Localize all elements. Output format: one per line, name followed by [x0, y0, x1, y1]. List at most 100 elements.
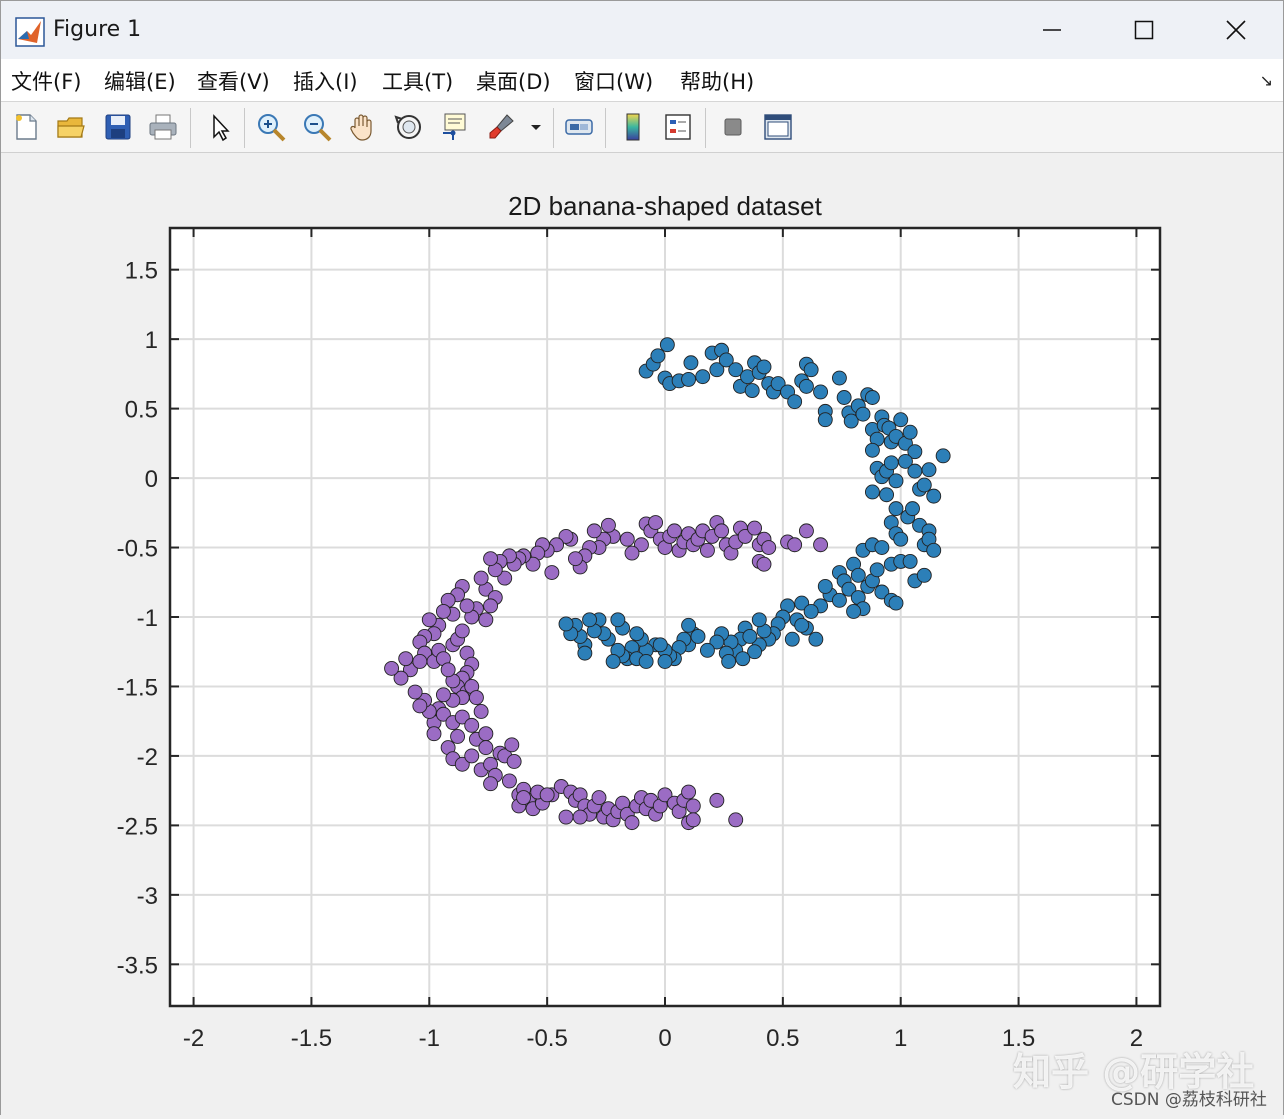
select-arrow-button[interactable] [201, 109, 237, 145]
scatter-point-series-2 [398, 651, 414, 667]
scatter-point-series-1 [888, 501, 904, 517]
show-plot-tools-button[interactable] [760, 109, 796, 145]
scatter-point-series-2 [567, 551, 583, 567]
toolbar-separator [190, 108, 191, 148]
scatter-point-series-1 [813, 384, 829, 400]
scatter-point-series-1 [577, 645, 593, 661]
rotate-3d-icon [394, 115, 421, 139]
scatter-point-series-1 [817, 412, 833, 428]
y-tick-label: -0.5 [117, 536, 158, 563]
scatter-point-series-2 [412, 654, 428, 669]
maximize-icon [1134, 20, 1154, 40]
brush-button[interactable] [483, 109, 519, 145]
scatter-point-series-2 [421, 612, 437, 628]
maximize-button[interactable] [1097, 1, 1191, 59]
zoom-out-button[interactable] [299, 109, 335, 145]
data-cursor-button[interactable] [437, 109, 473, 145]
scatter-point-series-2 [813, 537, 829, 553]
figure-window: Figure 1 文件(F) 编辑(E) 查看(V) 插入(I) 工具(T) 桌… [0, 0, 1284, 1115]
scatter-point-series-2 [516, 790, 532, 806]
scatter-point-series-1 [794, 617, 810, 633]
scatter-point-series-2 [747, 520, 763, 536]
scatter-point-series-2 [506, 754, 522, 769]
scatter-point-series-2 [483, 776, 499, 792]
print-button[interactable] [145, 109, 181, 145]
legend-button[interactable] [660, 109, 696, 145]
scatter-point-series-2 [454, 623, 470, 639]
x-tick-label: -1.5 [291, 1025, 332, 1052]
scatter-point-series-2 [440, 662, 456, 678]
x-tick-label: 0 [658, 1025, 671, 1052]
menu-view[interactable]: 查看(V) [197, 66, 270, 96]
y-tick-label: -2.5 [117, 813, 158, 840]
scatter-point-series-2 [483, 551, 499, 567]
scatter-point-series-2 [572, 809, 588, 825]
save-button[interactable] [100, 109, 136, 145]
scatter-point-series-1 [905, 501, 920, 517]
x-tick-label: 0.5 [766, 1025, 799, 1052]
minimize-button[interactable] [1005, 1, 1099, 59]
close-button[interactable] [1189, 1, 1283, 59]
colorbar-icon [626, 113, 640, 141]
y-tick-label: 1.5 [125, 258, 158, 285]
show-plot-tools-icon [764, 114, 792, 140]
scatter-point-series-2 [504, 737, 520, 753]
new-figure-button[interactable] [8, 109, 44, 145]
open-file-button[interactable] [53, 109, 89, 145]
select-arrow-icon [213, 114, 230, 142]
scatter-point-series-1 [721, 654, 737, 669]
scatter-point-series-2 [544, 565, 560, 580]
scatter-point-series-2 [539, 787, 555, 803]
x-tick-label: -0.5 [526, 1025, 567, 1052]
scatter-point-series-2 [756, 556, 772, 572]
zoom-in-button[interactable] [253, 109, 289, 145]
link-plot-button[interactable] [561, 109, 597, 145]
brush-dropdown-button[interactable] [525, 109, 547, 145]
pan-button[interactable] [345, 109, 381, 145]
scatter-point-series-1 [883, 455, 899, 471]
scatter-point-series-1 [926, 488, 942, 504]
x-tick-label: -2 [183, 1025, 204, 1052]
rotate-3d-button[interactable] [391, 109, 427, 145]
scatter-point-series-2 [600, 517, 616, 533]
scatter-point-series-1 [836, 390, 852, 405]
colorbar-button[interactable] [615, 109, 651, 145]
chevron-down-icon [531, 125, 541, 130]
scatter-point-series-1 [751, 612, 767, 628]
y-tick-label: -1.5 [117, 674, 158, 701]
y-tick-labels: 1.5 1 0.5 0 -0.5 -1 -1.5 -2 -2.5 -3 -3.5 [117, 258, 158, 980]
menu-tools[interactable]: 工具(T) [382, 66, 453, 96]
x-tick-label: 1 [894, 1025, 907, 1052]
scatter-point-series-2 [685, 812, 701, 828]
scatter-point-series-1 [907, 463, 923, 479]
scatter-point-series-1 [864, 390, 880, 405]
toolbar-separator [705, 108, 706, 148]
menu-insert[interactable]: 插入(I) [293, 66, 358, 96]
dock-figure-icon[interactable]: ↘ [1260, 71, 1273, 90]
title-bar: Figure 1 [1, 1, 1283, 59]
y-tick-label: 1 [145, 327, 158, 354]
hide-plot-tools-button[interactable] [715, 109, 751, 145]
scatter-chart[interactable]: 2D banana-shaped dataset -2 -1.5 -1 -0.5 0 0.… [1, 153, 1283, 1115]
scatter-point-series-2 [468, 690, 484, 706]
scatter-point-series-1 [652, 637, 668, 653]
scatter-point-series-2 [501, 773, 517, 789]
scatter-point-series-1 [681, 617, 697, 633]
figure-toolbar [1, 102, 1283, 153]
scatter-point-series-2 [473, 704, 489, 719]
scatter-point-series-2 [478, 740, 494, 756]
menu-edit[interactable]: 编辑(E) [104, 66, 176, 96]
close-icon [1226, 20, 1246, 40]
scatter-point-series-2 [648, 515, 664, 530]
menu-file[interactable]: 文件(F) [11, 66, 81, 96]
scatter-point-series-1 [879, 487, 895, 503]
menu-desktop[interactable]: 桌面(D) [476, 66, 551, 96]
scatter-point-series-2 [464, 748, 480, 764]
menu-help[interactable]: 帮助(H) [680, 66, 754, 96]
scatter-point-series-1 [659, 337, 675, 353]
scatter-point-series-2 [798, 523, 814, 539]
matlab-logo-icon [15, 17, 45, 47]
menu-window[interactable]: 窗口(W) [574, 66, 653, 96]
chart-title: 2D banana-shaped dataset [508, 191, 822, 221]
scatter-point-series-1 [888, 473, 904, 489]
